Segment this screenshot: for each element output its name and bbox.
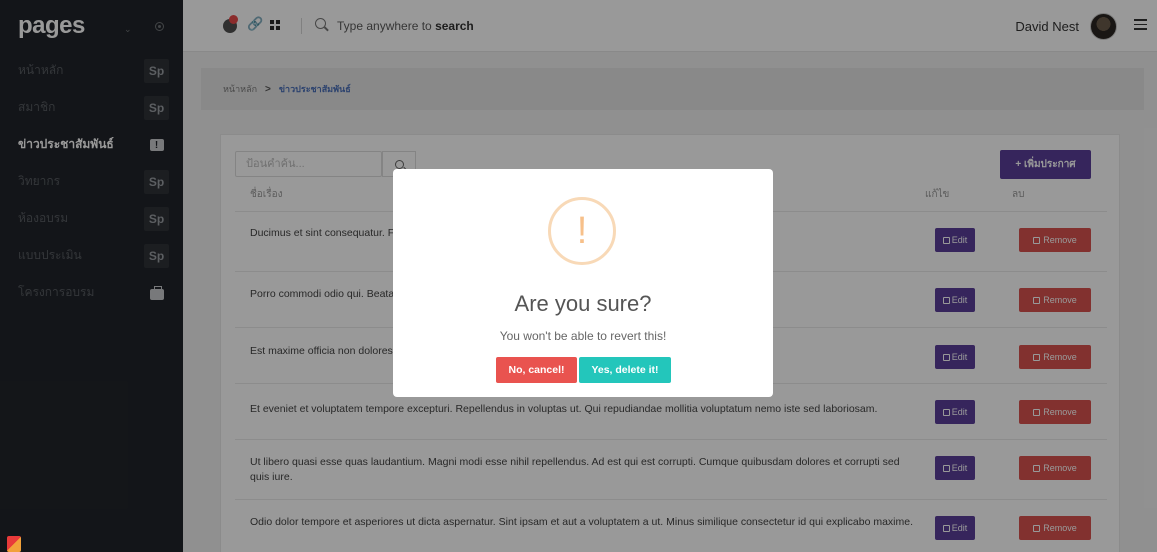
- cancel-button[interactable]: No, cancel!: [496, 357, 577, 383]
- dialog-message: You won't be able to revert this!: [499, 329, 667, 343]
- app-logo-icon: [7, 536, 21, 552]
- confirm-delete-dialog: ! Are you sure? You won't be able to rev…: [393, 169, 773, 397]
- dialog-title: Are you sure?: [514, 291, 652, 316]
- warning-icon: !: [548, 197, 616, 265]
- confirm-delete-button[interactable]: Yes, delete it!: [579, 357, 671, 383]
